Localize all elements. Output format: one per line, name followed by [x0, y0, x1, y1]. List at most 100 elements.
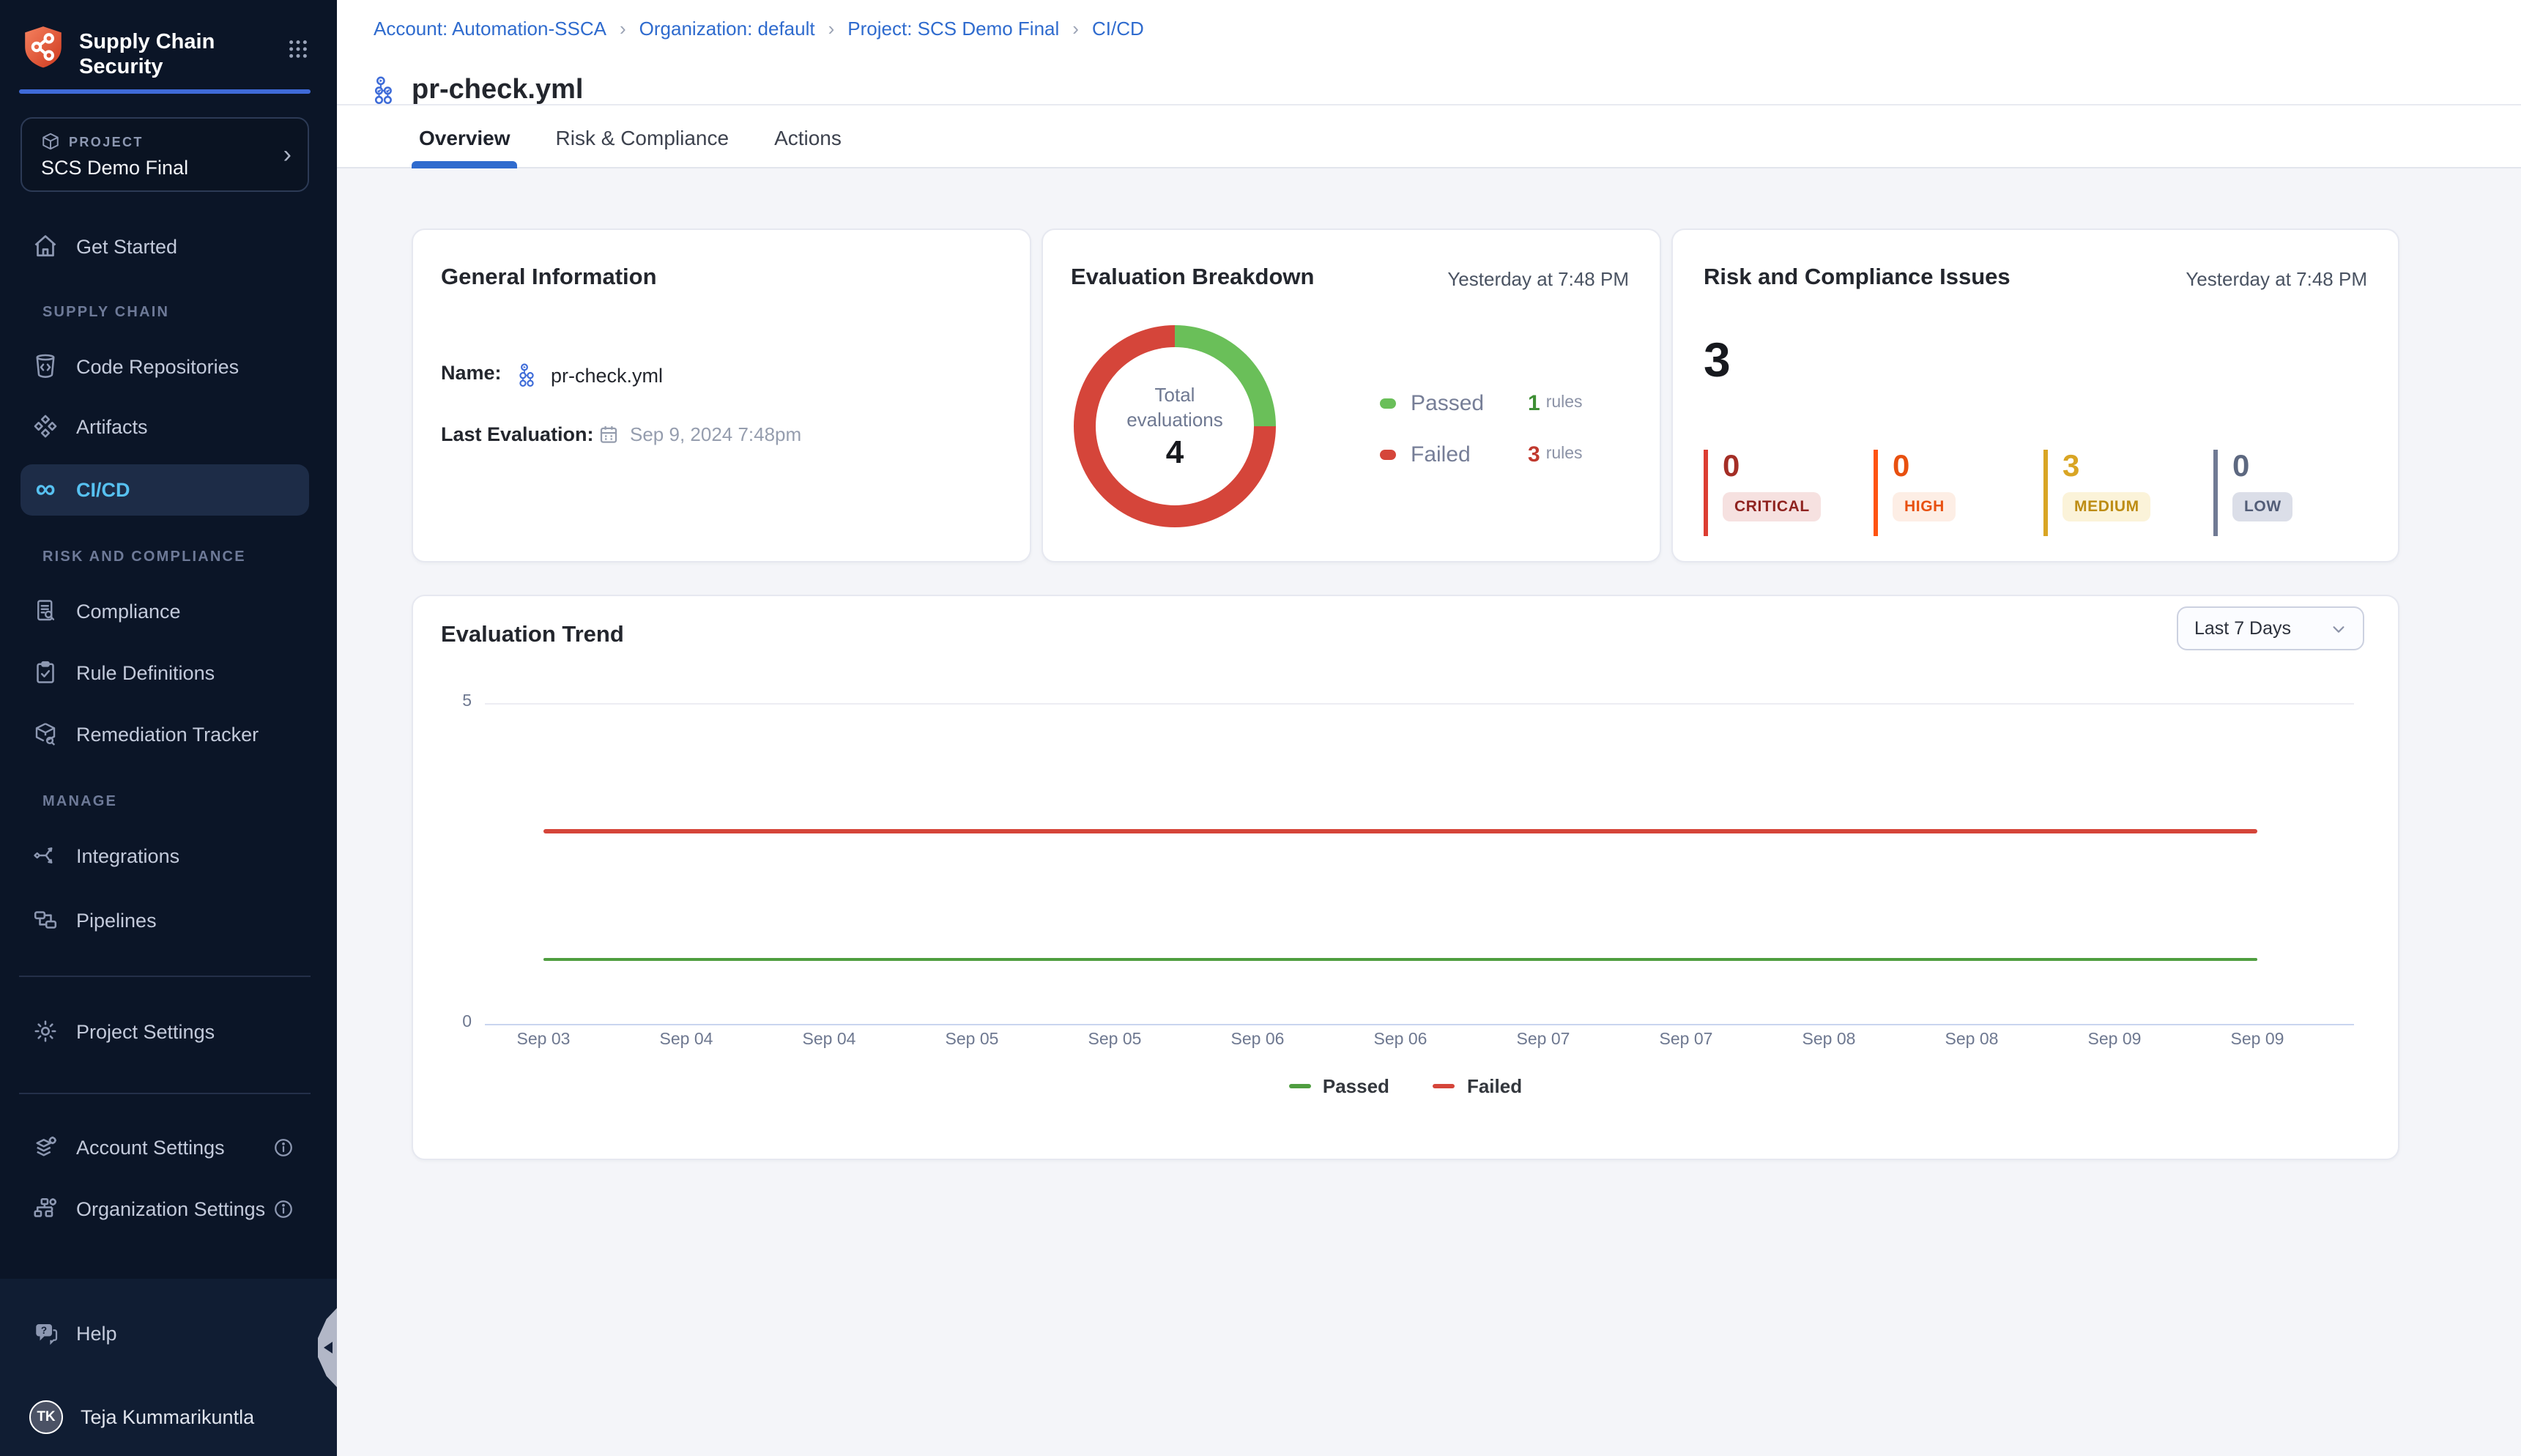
evaluations-donut-chart: Total evaluations 4	[1074, 325, 1276, 527]
sidebar-item-remediation-tracker[interactable]: Remediation Tracker	[21, 713, 309, 754]
evaluation-breakdown-card: Evaluation Breakdown Yesterday at 7:48 P…	[1042, 229, 1661, 562]
sidebar-item-project-settings[interactable]: Project Settings	[21, 1011, 309, 1052]
severity-high: 0 HIGH	[1874, 450, 2032, 536]
project-selector-name: SCS Demo Final	[41, 157, 188, 179]
sidebar-item-help[interactable]: ? Help	[21, 1312, 309, 1353]
sidebar-item-label: Organization Settings	[76, 1197, 265, 1219]
y-axis-tick-0: 0	[448, 1014, 472, 1031]
pipelines-icon	[32, 907, 59, 933]
high-badge: HIGH	[1893, 492, 1956, 521]
card-title: Risk and Compliance Issues	[1704, 265, 2011, 291]
sidebar-item-artifacts[interactable]: Artifacts	[21, 406, 309, 447]
sidebar-item-code-repositories[interactable]: Code Repositories	[21, 346, 309, 387]
sidebar-section-supply-chain: SUPPLY CHAIN	[42, 305, 169, 321]
passed-trend-line	[543, 957, 2257, 961]
tab-actions[interactable]: Actions	[767, 105, 849, 168]
sidebar-item-rule-definitions[interactable]: Rule Definitions	[21, 652, 309, 693]
sidebar-item-get-started[interactable]: Get Started	[21, 226, 309, 267]
sidebar-item-label: Compliance	[76, 600, 181, 622]
sidebar-item-pipelines[interactable]: Pipelines	[21, 899, 309, 940]
breadcrumb: Account: Automation-SSCA › Organization:…	[374, 18, 1144, 40]
severity-medium: 3 MEDIUM	[2043, 450, 2202, 536]
breadcrumb-project-link[interactable]: Project: SCS Demo Final	[847, 18, 1059, 40]
name-label: Name:	[441, 362, 502, 384]
sidebar-item-label: Project Settings	[76, 1020, 215, 1042]
sidebar-user[interactable]: TK Teja Kummarikuntla	[21, 1396, 309, 1437]
donut-center-label: Total evaluations 4	[1096, 347, 1254, 505]
critical-count: 0	[1723, 450, 1862, 483]
sidebar-item-integrations[interactable]: Integrations	[21, 835, 309, 876]
sidebar-item-label: Help	[76, 1322, 117, 1344]
sidebar-item-cicd[interactable]: ∞ CI/CD	[21, 464, 309, 516]
passed-line-swatch	[1289, 1084, 1311, 1088]
card-title: General Information	[441, 265, 657, 291]
passed-legend-swatch	[1380, 398, 1396, 408]
sidebar-item-label: Remediation Tracker	[76, 723, 259, 745]
x-axis-label: Sep 04	[803, 1031, 856, 1049]
card-title: Evaluation Trend	[441, 623, 624, 649]
critical-badge: CRITICAL	[1723, 492, 1822, 521]
chevron-down-icon	[2331, 620, 2347, 636]
user-avatar: TK	[29, 1400, 63, 1433]
info-icon[interactable]	[272, 1197, 294, 1219]
sidebar-item-label: Artifacts	[76, 415, 148, 437]
gridline	[485, 703, 2354, 705]
gear-icon	[32, 1018, 59, 1044]
sidebar-item-account-settings[interactable]: Account Settings	[21, 1126, 309, 1167]
medium-badge: MEDIUM	[2063, 492, 2151, 521]
last-evaluation-value: Sep 9, 2024 7:48pm	[598, 423, 801, 445]
sidebar-item-compliance[interactable]: Compliance	[21, 590, 309, 631]
medium-count: 3	[2063, 450, 2202, 483]
severity-low: 0 LOW	[2213, 450, 2372, 536]
tab-risk-and-compliance[interactable]: Risk & Compliance	[549, 105, 737, 168]
name-row: Name: pr-check.yml	[413, 353, 1030, 394]
breadcrumb-separator-icon: ›	[620, 18, 626, 40]
tab-bar: Overview Risk & Compliance Actions	[412, 105, 880, 168]
app-switcher-grid-icon[interactable]	[287, 38, 309, 60]
sidebar-section-risk-and-compliance: RISK AND COMPLIANCE	[42, 549, 246, 565]
total-evaluations-count: 4	[1166, 435, 1184, 470]
x-axis-line	[485, 1023, 2354, 1025]
pipeline-icon	[517, 362, 541, 388]
legend-failed[interactable]: Failed	[1433, 1075, 1522, 1097]
x-axis-label: Sep 05	[1088, 1031, 1142, 1049]
project-selector[interactable]: PROJECT SCS Demo Final ›	[21, 117, 309, 192]
legend-passed[interactable]: Passed	[1289, 1075, 1389, 1097]
x-axis-label: Sep 06	[1374, 1031, 1427, 1049]
date-range-dropdown[interactable]: Last 7 Days	[2177, 606, 2364, 650]
artifacts-icon	[32, 413, 59, 439]
sidebar-item-label: Rule Definitions	[76, 661, 215, 683]
last-evaluation-label: Last Evaluation:	[441, 423, 594, 445]
sidebar-item-label: Pipelines	[76, 909, 157, 931]
high-count: 0	[1893, 450, 2032, 483]
main-area: Account: Automation-SSCA › Organization:…	[337, 0, 2521, 1456]
code-repository-icon	[32, 353, 59, 379]
tab-overview[interactable]: Overview	[412, 105, 518, 168]
x-axis-label: Sep 06	[1231, 1031, 1285, 1049]
breadcrumb-account-link[interactable]: Account: Automation-SSCA	[374, 18, 606, 40]
calendar-icon	[598, 423, 620, 445]
low-count: 0	[2232, 450, 2372, 483]
active-tab-underline	[412, 161, 518, 168]
general-information-card: General Information Name: pr-check.yml L…	[412, 229, 1031, 562]
evaluation-trend-card: Evaluation Trend Last 7 Days 5 0 Sep 03S…	[412, 595, 2399, 1160]
sidebar-item-label: Account Settings	[76, 1136, 225, 1158]
failed-line-swatch	[1433, 1084, 1455, 1088]
integrations-icon	[32, 842, 59, 869]
project-selector-label: PROJECT	[69, 135, 144, 149]
page-title: pr-check.yml	[412, 74, 583, 106]
breadcrumb-organization-link[interactable]: Organization: default	[639, 18, 815, 40]
x-axis-label: Sep 05	[946, 1031, 999, 1049]
pipeline-icon	[372, 75, 400, 105]
cicd-infinity-icon: ∞	[32, 477, 59, 503]
name-value: pr-check.yml	[517, 362, 663, 388]
breadcrumb-cicd-link[interactable]: CI/CD	[1092, 18, 1144, 40]
info-icon[interactable]	[272, 1136, 294, 1158]
sidebar-item-organization-settings[interactable]: Organization Settings	[21, 1188, 309, 1229]
x-axis-label: Sep 04	[660, 1031, 713, 1049]
sidebar-section-manage: MANAGE	[42, 794, 117, 810]
app-title: Supply ChainSecurity	[79, 31, 215, 81]
rule-definitions-clipboard-icon	[32, 659, 59, 686]
breadcrumb-separator-icon: ›	[1072, 18, 1079, 40]
x-axis-label: Sep 03	[517, 1031, 571, 1049]
